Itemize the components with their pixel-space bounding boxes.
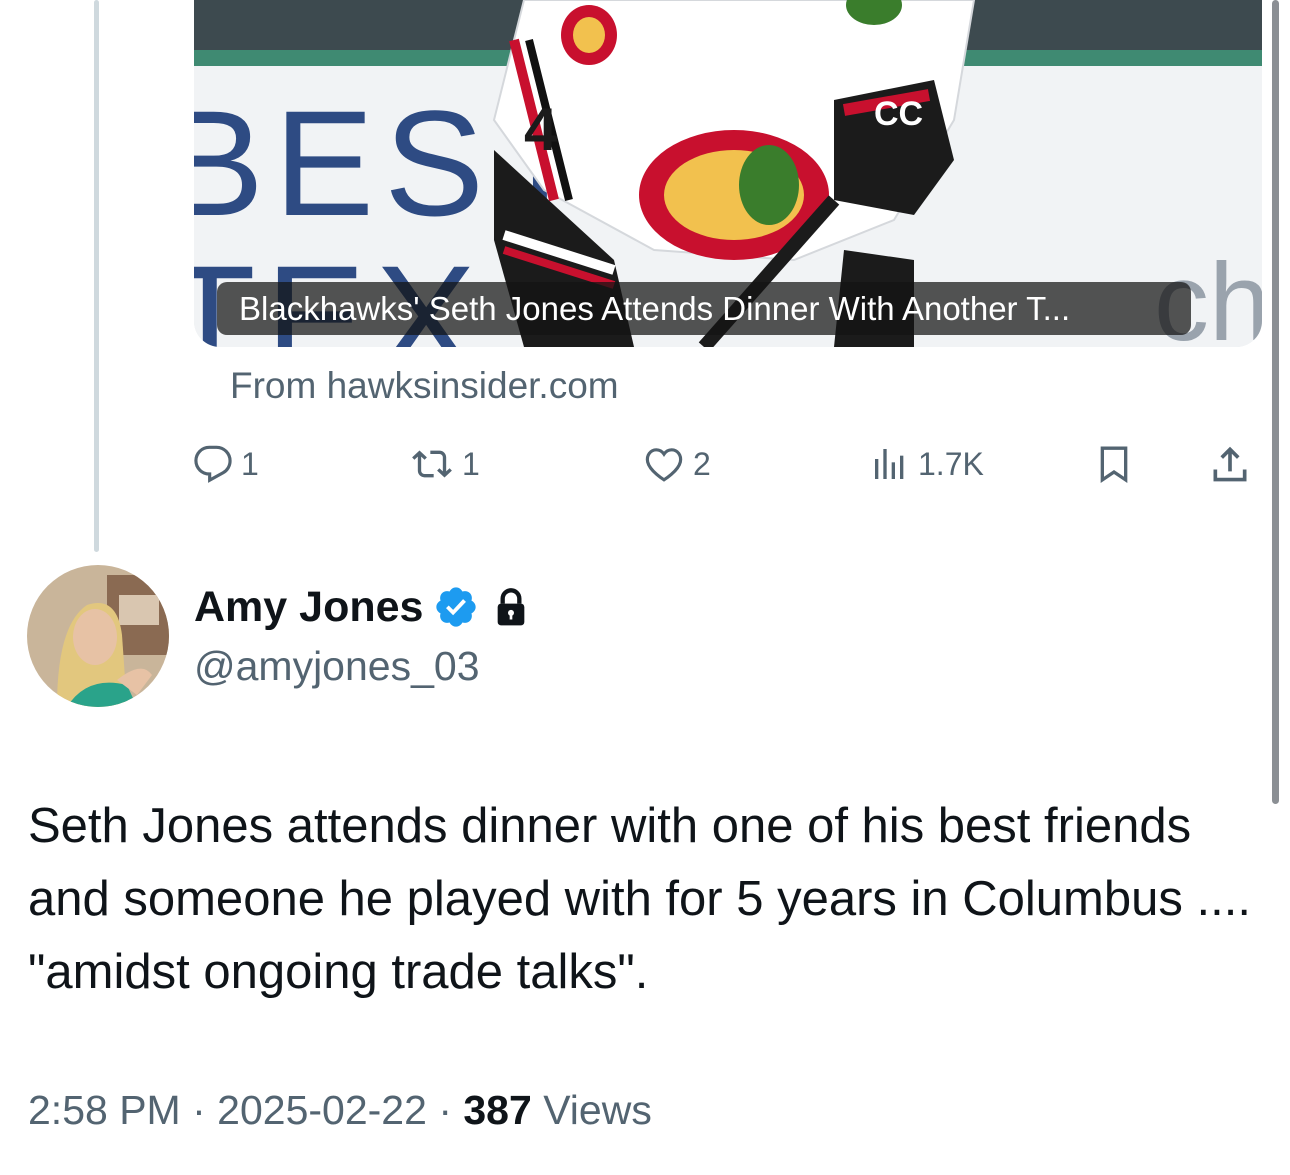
link-preview-card[interactable]: BEST TEX ch CC 4 (194, 0, 1262, 347)
verified-badge-icon (436, 587, 477, 627)
link-card-title[interactable]: Blackhawks' Seth Jones Attends Dinner Wi… (217, 282, 1191, 335)
scrollbar[interactable] (1272, 0, 1279, 804)
reply-button[interactable]: 1 (193, 434, 259, 494)
views-chart-icon (875, 449, 904, 479)
retweet-icon (412, 450, 452, 478)
author-name-row[interactable]: Amy Jones (194, 580, 529, 634)
meta-separator: · (192, 1087, 206, 1133)
share-icon (1213, 446, 1247, 482)
reply-count: 1 (241, 445, 259, 482)
tweet-time[interactable]: 2:58 PM (28, 1087, 181, 1133)
tweet-action-bar: 1 1 2 1.7K (0, 434, 1290, 494)
tweet-thread: BEST TEX ch CC 4 (0, 0, 1290, 1175)
heart-icon (645, 448, 683, 482)
like-count: 2 (693, 445, 711, 482)
avatar[interactable] (27, 565, 169, 707)
retweet-count: 1 (462, 445, 480, 482)
author-handle[interactable]: @amyjones_03 (194, 640, 480, 692)
bookmark-icon (1100, 446, 1128, 483)
profile-photo (27, 565, 169, 707)
like-button[interactable]: 2 (643, 434, 711, 494)
lock-icon (498, 588, 525, 626)
tweet-date[interactable]: 2025-02-22 (217, 1087, 427, 1133)
views-button[interactable]: 1.7K (870, 434, 984, 494)
retweet-button[interactable]: 1 (410, 434, 480, 494)
reply-icon (194, 445, 232, 483)
author-name[interactable]: Amy Jones (194, 580, 423, 634)
tweet-meta: 2:58 PM · 2025-02-22 · 387 Views (28, 1083, 652, 1137)
meta-separator: · (438, 1087, 452, 1133)
bookmark-button[interactable] (1094, 434, 1134, 494)
svg-text:4: 4 (524, 96, 558, 163)
link-card-source[interactable]: From hawksinsider.com (230, 362, 619, 410)
svg-text:CC: CC (874, 95, 923, 133)
tweet-views-count: 387 (463, 1087, 532, 1133)
tweet-views-label: Views (543, 1087, 652, 1133)
views-count: 1.7K (918, 445, 984, 482)
share-button[interactable] (1208, 434, 1252, 494)
tweet-text: Seth Jones attends dinner with one of hi… (28, 799, 1251, 999)
